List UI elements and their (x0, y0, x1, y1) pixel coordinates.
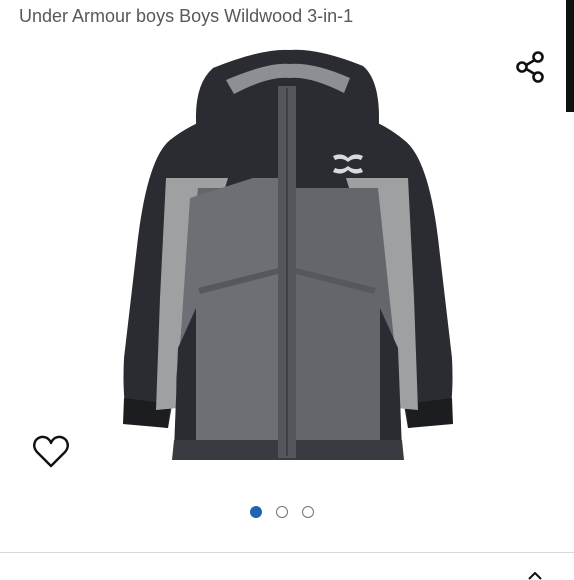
heart-icon[interactable] (32, 434, 70, 470)
carousel-dot-1[interactable] (250, 506, 262, 518)
product-image[interactable] (78, 48, 496, 468)
product-title: Under Armour boys Boys Wildwood 3-in-1 (19, 6, 354, 26)
screen-edge-divider (566, 0, 574, 112)
share-icon[interactable] (512, 48, 550, 86)
chevron-up-icon[interactable] (528, 572, 542, 580)
carousel-dot-3[interactable] (302, 506, 314, 518)
section-divider (0, 552, 574, 553)
image-carousel-indicator (250, 506, 314, 518)
carousel-dot-2[interactable] (276, 506, 288, 518)
